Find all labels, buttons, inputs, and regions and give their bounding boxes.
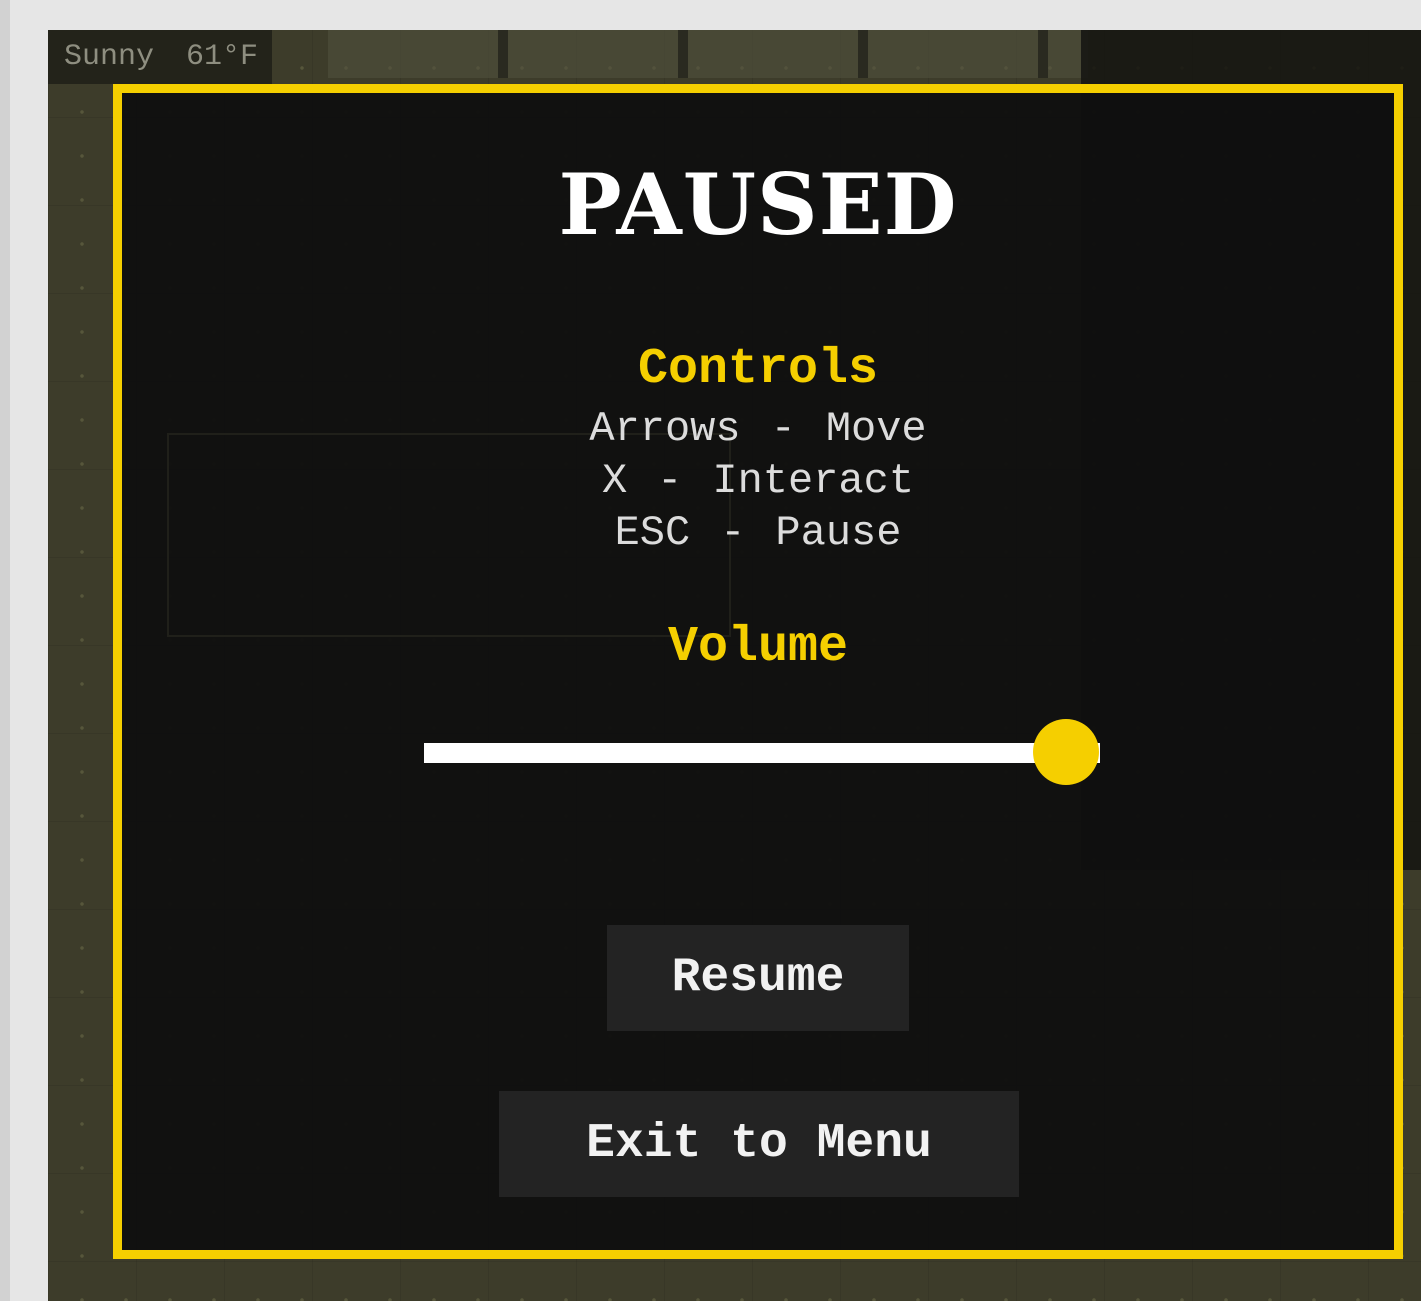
control-row-pause: ESC - Pause <box>122 507 1394 559</box>
page-margin <box>0 0 10 1301</box>
control-key: ESC <box>614 509 691 557</box>
control-separator: - <box>770 405 796 453</box>
control-separator: - <box>720 509 746 557</box>
resume-button[interactable]: Resume <box>607 925 909 1031</box>
control-key: Arrows <box>589 405 741 453</box>
control-action: Move <box>825 405 927 453</box>
volume-slider-thumb[interactable] <box>1033 719 1100 785</box>
control-action: Pause <box>775 509 902 557</box>
control-separator: - <box>657 457 683 505</box>
control-row-move: Arrows - Move <box>122 403 1394 455</box>
control-row-interact: X - Interact <box>122 455 1394 507</box>
exit-to-menu-button[interactable]: Exit to Menu <box>499 1091 1019 1197</box>
weather-condition: Sunny <box>64 40 155 74</box>
weather-hud: Sunny 61°F <box>48 30 273 84</box>
control-key: X <box>601 457 628 505</box>
world-tiles <box>328 30 1088 78</box>
volume-slider-track[interactable] <box>424 743 1100 763</box>
volume-slider[interactable] <box>424 719 1100 785</box>
pause-title: PAUSED <box>558 155 958 254</box>
control-action: Interact <box>712 457 915 505</box>
controls-heading: Controls <box>637 341 879 398</box>
game-screen: Sunny 61°F PAUSED Controls Arrows - Move… <box>0 0 1421 1301</box>
pause-menu: PAUSED Controls Arrows - Move X - Intera… <box>113 84 1403 1259</box>
weather-temperature: 61°F <box>186 40 259 74</box>
volume-heading: Volume <box>667 619 849 676</box>
